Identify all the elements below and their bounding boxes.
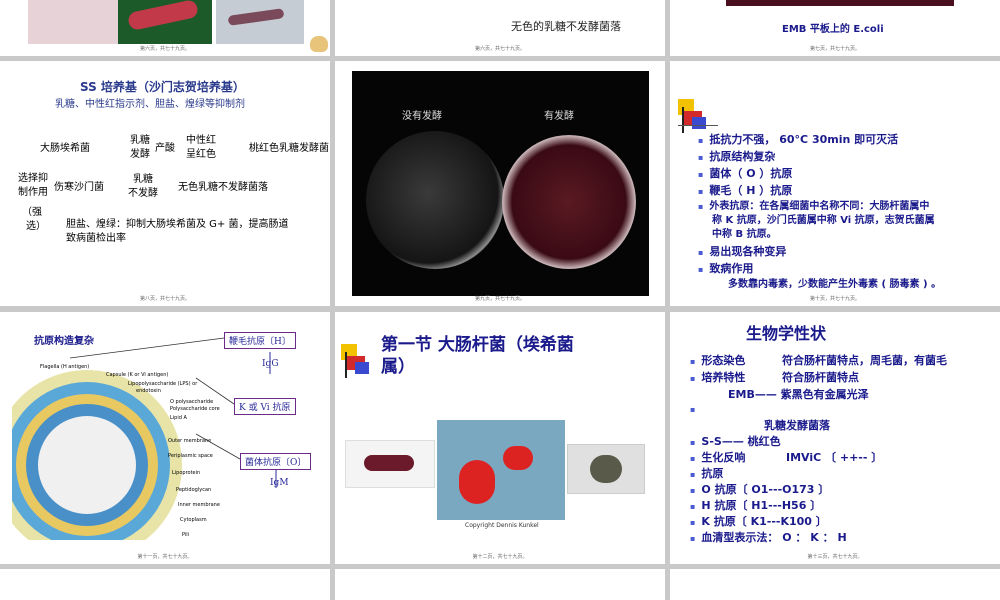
slide-5[interactable]: 没有发酵 有发酵 第九页，共七十九页。 — [335, 61, 665, 306]
bullet-value: 符合肠杆菌特点 — [782, 371, 859, 384]
bullet-item: 菌体（ O ）抗原 — [698, 165, 792, 181]
slide-footer: 第十一页，共七十九页。 — [137, 554, 193, 560]
slide-12[interactable] — [670, 569, 1000, 600]
ecoli-image-left — [345, 440, 435, 488]
slide-footer: 第十二页，共七十九页。 — [472, 554, 528, 560]
ecoli-image-center — [437, 420, 565, 520]
slide-footer: 第九页，共七十九页。 — [474, 296, 525, 302]
corner-decoration-icon — [341, 344, 381, 378]
slide-footer: 第十三页，共七十九页。 — [807, 554, 863, 560]
strong-label-2: 选） — [26, 221, 46, 232]
slide-3[interactable]: EMB 平板上的 E.coli 第七页，共七十九页。 — [670, 0, 1000, 56]
bullet-key: 培养特性 — [690, 369, 745, 385]
bullet-item: 抵抗力不强， 60°C 30min 即可灭活 — [698, 131, 898, 147]
bullet-key: 生化反响 — [690, 449, 745, 465]
selective-label: 选择抑 — [18, 173, 48, 184]
agar-plates-photo: 没有发酵 有发酵 — [352, 71, 649, 296]
bullet-continuation: 中称 B 抗原。 — [712, 229, 777, 240]
bullet-item: 血清型表示法： O ： K ： H — [690, 529, 846, 545]
ecoli-image-right — [567, 444, 645, 494]
ecoli-label: 大肠埃希菌 — [40, 143, 90, 154]
slide-9[interactable]: 生物学性状 形态染色 符合肠杆菌特点，周毛菌，有菌毛 培养特性 符合肠杆菌特点 … — [670, 312, 1000, 564]
bile-salt-text: 胆盐、煌绿：抑制大肠埃希菌及 G+ 菌，提高肠道 — [66, 219, 289, 230]
slide-6[interactable]: 抵抗力不强， 60°C 30min 即可灭活 抗原结构复杂 菌体（ O ）抗原 … — [670, 61, 1000, 306]
bullet-key: 形态染色 — [690, 352, 745, 368]
lactose-label: 乳糖 — [130, 135, 150, 146]
slide-footer: 第六页，共七十九页。 — [139, 46, 190, 52]
slide-footer: 第八页，共七十九页。 — [139, 296, 190, 302]
label-no-fermentation: 没有发酵 — [402, 111, 442, 122]
copyright-text: Copyright Dennis Kunkel — [465, 522, 539, 529]
bullet-item: 抗原结构复杂 — [698, 148, 775, 164]
colorless-colony-label: 无色乳糖不发酵菌落 — [178, 182, 268, 193]
bullet-continuation: 称 K 抗原，沙门氏菌属中称 Vi 抗原，志贺氏菌属 — [712, 215, 935, 226]
bacteria-image-2 — [118, 0, 212, 44]
slide-subtitle: 乳糖、中性红指示剂、胆盐、煌绿等抑制剂 — [55, 99, 245, 110]
slide-4[interactable]: SS 培养基（沙门志贺培养基） 乳糖、中性红指示剂、胆盐、煌绿等抑制剂 大肠埃希… — [0, 61, 330, 306]
bullet-item: 易出现各种变异 — [698, 243, 786, 259]
bullet-value: 符合肠杆菌特点，周毛菌，有菌毛 — [782, 354, 947, 367]
slide-footer: 第七页，共七十九页。 — [809, 46, 860, 52]
neutral-red-label-2: 呈红色 — [186, 149, 216, 160]
bullet-item: K 抗原〔 K1---K100 〕 — [690, 513, 826, 529]
slide-2[interactable]: 无色的乳糖不发酵菌落 第六页，共七十九页。 — [335, 0, 665, 56]
ferment-label: 发酵 — [130, 149, 150, 160]
slide-7[interactable]: 抗原构造复杂 Flagella (H antigen) Capsule (K o… — [0, 312, 330, 564]
bullet-empty — [690, 402, 701, 415]
acid-label: 产酸 — [155, 143, 175, 154]
bullet-item: 抗原 — [690, 465, 723, 481]
slide-11[interactable] — [335, 569, 665, 600]
slide-footer: 第十页，共七十九页。 — [809, 296, 860, 302]
emb-text: EMB—— 紫黑色有金属光泽 — [728, 388, 869, 401]
bullet-item: 鞭毛（ H ）抗原 — [698, 182, 792, 198]
slide-title-2: 属） — [381, 357, 415, 377]
slide-8[interactable]: 第一节 大肠杆菌（埃希菌 属） Copyright Dennis Kunkel … — [335, 312, 665, 564]
slide-title: SS 培养基（沙门志贺培养基） — [80, 80, 245, 94]
caption: 无色的乳糖不发酵菌落 — [511, 20, 621, 33]
corner-decoration-icon — [678, 99, 718, 133]
bullet-item: O 抗原〔 O1---O173 〕 — [690, 481, 829, 497]
label-fermentation: 有发酵 — [544, 111, 574, 122]
caption: EMB 平板上的 E.coli — [782, 24, 884, 35]
connector-lines — [69, 337, 277, 488]
plate-fermentation — [502, 135, 636, 269]
emb-plate-image — [726, 0, 954, 6]
plate-no-fermentation — [366, 131, 504, 269]
toxin-text: 多数靠内毒素，少数能产生外毒素 ( 肠毒素 ) 。 — [728, 279, 942, 290]
bullet-value: IMViC 〔 ++-- 〕 — [786, 451, 883, 464]
bacteria-image-1 — [28, 0, 118, 44]
bullet-item: H 抗原〔 H1---H56 〕 — [690, 497, 821, 513]
lactose-text: 乳糖发酵菌落 — [764, 419, 830, 432]
strong-label: （强 — [22, 207, 42, 218]
slide-10[interactable] — [0, 569, 330, 600]
bullet-item: 外表抗原：在各属细菌中名称不同：大肠杆菌属中 — [698, 197, 929, 212]
pink-colony-label: 桃红色乳糖发酵菌 — [249, 143, 329, 154]
selective-label-2: 制作用 — [18, 187, 48, 198]
neutral-red-label: 中性红 — [186, 135, 216, 146]
lactose-label-2: 乳糖 — [133, 174, 153, 185]
slide-1[interactable]: 第六页，共七十九页。 — [0, 0, 330, 56]
salmonella-label: 伤寒沙门菌 — [54, 182, 104, 193]
bullet-ss: S-S—— 桃红色 — [690, 433, 780, 449]
bullet-item: 致病作用 — [698, 260, 753, 276]
bile-salt-text-2: 致病菌检出率 — [66, 233, 126, 244]
bacteria-image-3 — [216, 0, 304, 44]
no-ferment-label: 不发酵 — [128, 188, 158, 199]
slide-footer: 第六页，共七十九页。 — [474, 46, 525, 52]
slide-title: 生物学性状 — [746, 324, 827, 343]
